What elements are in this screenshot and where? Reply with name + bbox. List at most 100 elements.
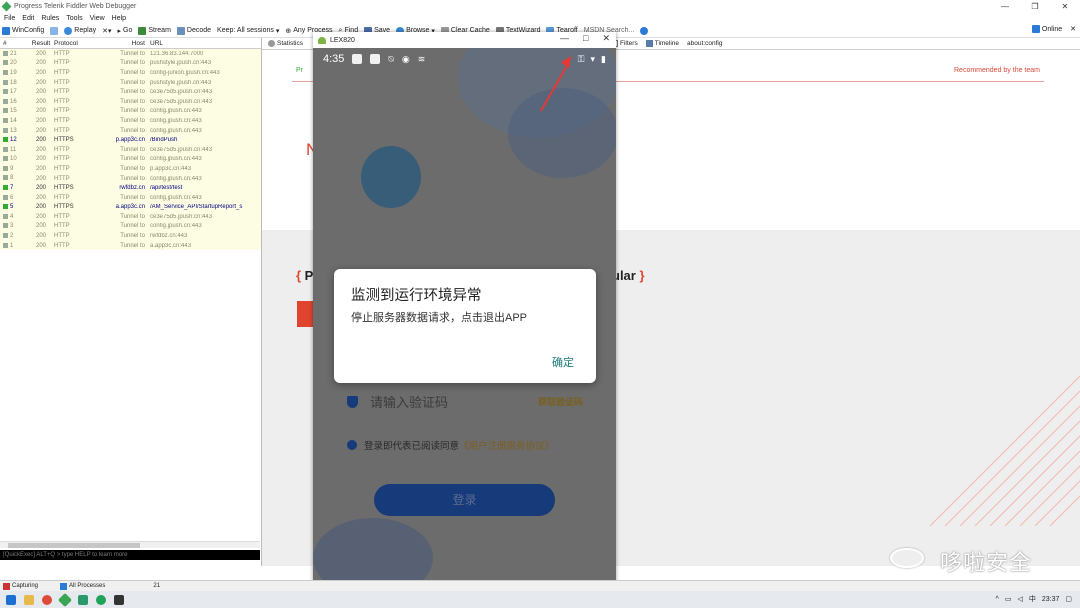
session-protocol: HTTPS	[54, 185, 84, 191]
session-row[interactable]: 2 200 HTTP Tunnel to rwfdbz.cn:443	[0, 231, 261, 241]
column-header-protocol[interactable]: Protocol	[54, 40, 84, 47]
decode-button[interactable]: Decode	[176, 26, 211, 35]
close-toolbar-icon[interactable]: ✕	[1070, 25, 1076, 33]
session-type-icon	[3, 185, 8, 191]
column-header-id[interactable]: #	[0, 40, 28, 47]
session-row[interactable]: 12 200 HTTPS p.app3c.cn/BindPush	[0, 135, 261, 145]
volume-icon[interactable]: ◁	[1017, 595, 1022, 603]
session-url: config.jpush.cn:443	[150, 128, 261, 134]
get-code-button[interactable]: 获取验证码	[538, 395, 583, 408]
session-host: Tunnel to	[84, 99, 150, 105]
android-studio-icon[interactable]	[78, 594, 88, 605]
tab-timeline[interactable]: Timeline	[644, 40, 681, 47]
agree-radio[interactable]	[347, 440, 357, 450]
login-button[interactable]: 登录	[374, 484, 555, 516]
start-icon[interactable]	[6, 594, 16, 605]
session-host: Tunnel to	[84, 166, 150, 172]
session-row[interactable]: 9 200 HTTP Tunnel to p.app3c.cn:443	[0, 164, 261, 174]
maximize-icon[interactable]: □	[583, 33, 588, 44]
session-result-text: 200	[35, 165, 46, 172]
tab-statistics[interactable]: Statistics	[266, 40, 305, 47]
session-row[interactable]: 3 200 HTTP Tunnel to config.jpush.cn:443	[0, 221, 261, 232]
session-host: Tunnel to	[84, 156, 150, 162]
column-header-url[interactable]: URL	[150, 40, 261, 47]
session-row[interactable]: 13 200 HTTP Tunnel to config.jpush.cn:443	[0, 125, 261, 136]
session-row[interactable]: 14 200 HTTP Tunnel to config.jpush.cn:443	[0, 116, 261, 126]
online-indicator[interactable]: Online ✕	[1031, 25, 1076, 33]
session-row[interactable]: 5 200 HTTPS a.app3c.cn/AM_Service_API/Start…	[0, 202, 261, 213]
session-count: 21	[153, 583, 161, 589]
menu-edit[interactable]: Edit	[22, 15, 34, 22]
session-row[interactable]: 11 200 HTTP Tunnel to ce3e75d5.jpush.cn:443	[0, 144, 261, 155]
session-result-text: 200	[35, 79, 46, 86]
minimize-icon[interactable]: —	[560, 33, 569, 44]
session-host-text: Tunnel to	[120, 194, 145, 201]
tray-expand-icon[interactable]: ^	[996, 596, 999, 603]
close-icon[interactable]: ✕	[1050, 0, 1080, 13]
chrome-icon[interactable]	[42, 594, 52, 605]
session-protocol: HTTPS	[54, 204, 84, 210]
session-row[interactable]: 17 200 HTTP Tunnel to ce3e75d5.jpush.cn:443	[0, 87, 261, 97]
verification-code-input[interactable]: 请输入验证码	[370, 392, 448, 411]
notification-center-icon[interactable]: ▢	[1065, 595, 1072, 603]
session-row[interactable]: 10 200 HTTP Tunnel to config.jpush.cn:443	[0, 154, 261, 165]
horizontal-scrollbar[interactable]	[0, 541, 260, 548]
recommended-link[interactable]: Recommended by the team	[954, 67, 1040, 74]
session-row[interactable]: 6 200 HTTP Tunnel to config.jpush.cn:443	[0, 192, 261, 203]
app-icon[interactable]	[96, 594, 106, 605]
menu-file[interactable]: File	[4, 15, 15, 22]
comment-button[interactable]	[50, 26, 59, 35]
menu-view[interactable]: View	[90, 15, 105, 22]
terminal-icon[interactable]	[114, 594, 124, 605]
session-url: config.jpush.cn:443	[150, 118, 261, 124]
partial-text-right: ular }	[612, 268, 645, 283]
winconfig-button[interactable]: WinConfig	[2, 26, 44, 35]
agreement-link[interactable]: 《用户注册服务协议》	[459, 438, 554, 452]
go-button[interactable]: ▸ Go	[117, 27, 132, 35]
quickexec-input[interactable]: [QuickExec] ALT+Q > type HELP to learn m…	[0, 550, 260, 560]
ime-icon[interactable]: 中	[1029, 594, 1036, 604]
session-url: config.jpush.cn:443	[150, 156, 261, 162]
column-header-host[interactable]: Host	[84, 40, 150, 47]
session-row[interactable]: 20 200 HTTP Tunnel to pushstyle.jpush.cn:443	[0, 58, 261, 69]
capturing-indicator[interactable]: Capturing	[3, 582, 38, 590]
session-type-icon	[3, 69, 8, 75]
menu-bar: File Edit Rules Tools View Help	[0, 13, 1080, 24]
session-row[interactable]: 4 200 HTTP Tunnel to ce3e75d5.jpush.cn:443	[0, 212, 261, 222]
process-filter[interactable]: All Processes	[60, 582, 105, 590]
file-explorer-icon[interactable]	[24, 594, 34, 605]
menu-rules[interactable]: Rules	[41, 15, 59, 22]
window-title: Progress Telerik Fiddler Web Debugger	[14, 3, 137, 10]
session-row[interactable]: 19 200 HTTP Tunnel to config-junion.jpush.cn…	[0, 68, 261, 78]
minimize-icon[interactable]: —	[990, 0, 1020, 13]
session-row[interactable]: 1 200 HTTP Tunnel to a.app3c.cn:443	[0, 240, 261, 251]
session-protocol: HTTP	[54, 195, 84, 201]
session-row[interactable]: 8 200 HTTP Tunnel to config.jpush.cn:443	[0, 173, 261, 184]
menu-help[interactable]: Help	[112, 15, 126, 22]
remove-button[interactable]: ✕▾	[102, 27, 111, 35]
session-row[interactable]: 18 200 HTTP Tunnel to pushstyle.jpush.cn:443	[0, 77, 261, 88]
session-id: 5	[0, 204, 28, 210]
replay-button[interactable]: Replay	[64, 26, 96, 35]
session-row[interactable]: 15 200 HTTP Tunnel to config.jpush.cn:443	[0, 106, 261, 117]
session-host-text: Tunnel to	[120, 233, 145, 240]
help-button[interactable]	[640, 26, 649, 35]
close-icon[interactable]: ✕	[602, 33, 610, 44]
fiddler-taskbar-icon[interactable]	[57, 592, 73, 607]
session-protocol: HTTP	[54, 214, 84, 220]
menu-tools[interactable]: Tools	[66, 15, 82, 22]
session-row[interactable]: 7 200 HTTPS rwfdbz.cn/api/test/test	[0, 183, 261, 193]
keep-sessions-dropdown[interactable]: Keep: All sessions ▾	[217, 27, 279, 35]
session-row[interactable]: 21 200 HTTP Tunnel to 121.36.83.144:7000	[0, 49, 261, 59]
dialog-confirm-button[interactable]: 确定	[552, 354, 574, 370]
scrollbar-thumb[interactable]	[8, 543, 140, 548]
network-tray-icon[interactable]: ▭	[1005, 595, 1012, 603]
session-protocol-text: HTTP	[54, 60, 70, 67]
clock[interactable]: 23:37	[1042, 596, 1060, 603]
column-header-result[interactable]: Result	[28, 40, 54, 47]
maximize-icon[interactable]: ❐	[1020, 0, 1050, 13]
session-url-text: /BindPush	[150, 137, 178, 144]
tab-aboutconfig[interactable]: about:config	[685, 40, 724, 47]
stream-button[interactable]: Stream	[138, 26, 171, 35]
session-row[interactable]: 16 200 HTTP Tunnel to ce3e75d5.jpush.cn:443	[0, 96, 261, 107]
